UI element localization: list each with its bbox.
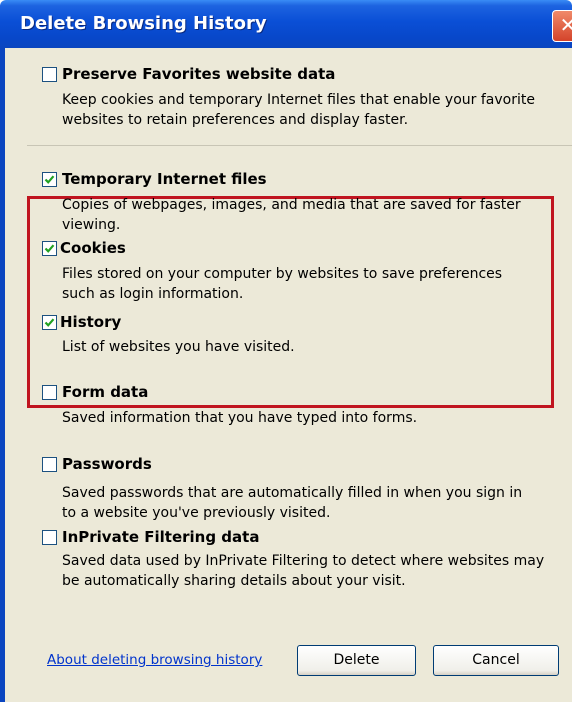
- option-desc-passwords: Saved passwords that are automatically f…: [62, 485, 523, 521]
- cancel-button[interactable]: Cancel: [433, 645, 559, 676]
- option-label-inprivate-filtering-data: InPrivate Filtering data: [62, 528, 260, 546]
- option-label-form-data: Form data: [62, 383, 149, 401]
- delete-browsing-history-dialog: Delete Browsing History ✕ Preserve Favor…: [0, 0, 572, 702]
- separator: [27, 145, 572, 146]
- checkbox-form-data[interactable]: [42, 385, 57, 400]
- option-desc-form-data: Saved information that you have typed in…: [62, 410, 418, 426]
- dialog-body: Preserve Favorites website data Keep coo…: [5, 48, 572, 702]
- title-bar[interactable]: Delete Browsing History ✕: [0, 0, 572, 48]
- checkmark-icon: [44, 244, 55, 253]
- checkbox-cookies[interactable]: [42, 241, 57, 256]
- option-desc-history: List of websites you have visited.: [62, 339, 295, 355]
- checkbox-passwords[interactable]: [42, 457, 57, 472]
- checkbox-preserve-favorites[interactable]: [42, 67, 57, 82]
- close-icon: ✕: [559, 13, 572, 37]
- checkmark-icon: [44, 318, 55, 327]
- option-desc-inprivate-filtering-data: Saved data used by InPrivate Filtering t…: [62, 553, 545, 589]
- option-desc-temporary-internet-files: Copies of webpages, images, and media th…: [62, 197, 521, 233]
- checkbox-temporary-internet-files[interactable]: [42, 172, 57, 187]
- close-button[interactable]: ✕: [552, 10, 572, 42]
- delete-button[interactable]: Delete: [297, 645, 416, 676]
- checkbox-history[interactable]: [42, 315, 57, 330]
- option-label-preserve-favorites: Preserve Favorites website data: [62, 65, 336, 83]
- option-label-passwords: Passwords: [62, 455, 152, 473]
- option-label-temporary-internet-files: Temporary Internet files: [62, 170, 267, 188]
- option-label-history: History: [60, 313, 122, 331]
- about-deleting-link[interactable]: About deleting browsing history: [47, 652, 262, 668]
- option-desc-preserve-favorites: Keep cookies and temporary Internet file…: [62, 92, 535, 128]
- checkbox-inprivate-filtering-data[interactable]: [42, 530, 57, 545]
- checkmark-icon: [44, 175, 55, 184]
- option-label-cookies: Cookies: [60, 239, 126, 257]
- option-desc-cookies: Files stored on your computer by website…: [62, 266, 503, 302]
- dialog-title: Delete Browsing History: [20, 13, 267, 34]
